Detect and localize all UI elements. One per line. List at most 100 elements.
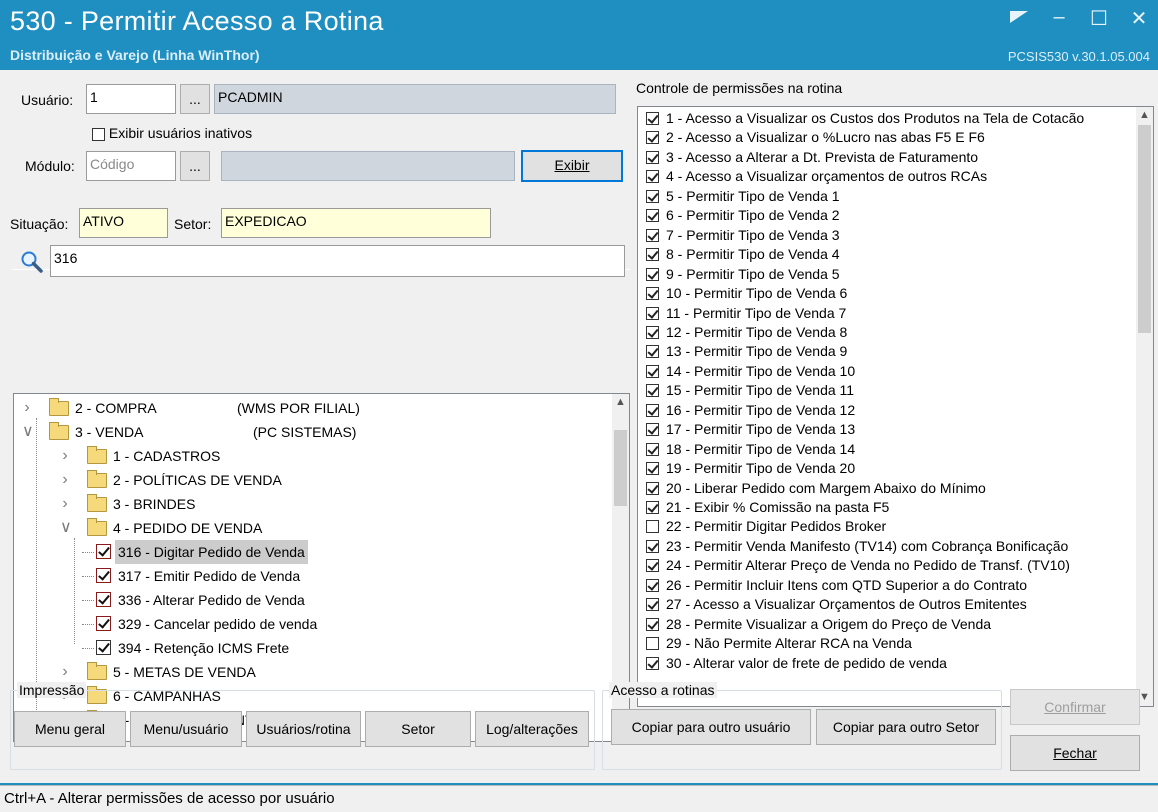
permission-checkbox[interactable] [646,228,659,242]
permission-item[interactable]: 8 - Permitir Tipo de Venda 4 [638,245,1128,265]
routine-checkbox[interactable] [96,568,111,583]
tree-folder-item[interactable]: › 2 - COMPRA (WMS POR FILIAL) [14,396,614,420]
permission-item[interactable]: 10 - Permitir Tipo de Venda 6 [638,284,1128,304]
chevron-right-icon[interactable]: › [22,396,32,420]
usuario-browse-button[interactable]: ... [180,84,210,114]
permission-checkbox[interactable] [646,267,659,281]
setor-button[interactable]: Setor [365,711,471,747]
tree-routine-item[interactable]: 316 - Digitar Pedido de Venda [14,540,614,564]
chevron-right-icon[interactable]: › [60,468,70,492]
permission-checkbox[interactable] [646,189,659,203]
permission-checkbox[interactable] [646,442,659,456]
routine-checkbox[interactable] [96,544,111,559]
permission-checkbox[interactable] [646,248,659,262]
permission-item[interactable]: 14 - Permitir Tipo de Venda 10 [638,362,1128,382]
tree-folder-item[interactable]: ∨ 3 - VENDA (PC SISTEMAS) [14,420,614,444]
permission-checkbox[interactable] [646,384,659,398]
permission-checkbox[interactable] [646,462,659,476]
routine-checkbox[interactable] [96,592,111,607]
permission-item[interactable]: 30 - Alterar valor de frete de pedido de… [638,654,1128,674]
permission-checkbox[interactable] [646,150,659,164]
permission-checkbox[interactable] [646,578,659,592]
close-icon[interactable]: ✕ [1130,6,1148,31]
permission-item[interactable]: 21 - Exibir % Comissão na pasta F5 [638,498,1128,518]
log-alteracoes-button[interactable]: Log/alterações [475,711,589,747]
permission-checkbox[interactable] [646,598,659,612]
permission-item[interactable]: 19 - Permitir Tipo de Venda 20 [638,459,1128,479]
tree-routine-item[interactable]: 394 - Retenção ICMS Frete [14,636,614,660]
tree-folder-item[interactable]: › 1 - CADASTROS [14,444,614,468]
permission-item[interactable]: 22 - Permitir Digitar Pedidos Broker [638,517,1128,537]
chevron-down-icon[interactable]: ∨ [22,420,34,444]
permission-checkbox[interactable] [646,403,659,417]
scroll-up-icon[interactable]: ▲ [612,394,629,411]
tree-folder-item[interactable]: › 2 - POLÍTICAS DE VENDA [14,468,614,492]
permission-checkbox[interactable] [646,364,659,378]
chevron-right-icon[interactable]: › [60,444,70,468]
menu-usuario-button[interactable]: Menu/usuário [130,711,242,747]
permission-item[interactable]: 9 - Permitir Tipo de Venda 5 [638,265,1128,285]
permission-item[interactable]: 23 - Permitir Venda Manifesto (TV14) com… [638,537,1128,557]
permission-checkbox[interactable] [646,112,659,125]
permission-item[interactable]: 5 - Permitir Tipo de Venda 1 [638,187,1128,207]
exibir-inativos-checkbox[interactable]: Exibir usuários inativos [92,125,252,141]
permission-item[interactable]: 2 - Acesso a Visualizar o %Lucro nas aba… [638,128,1128,148]
permission-item[interactable]: 4 - Acesso a Visualizar orçamentos de ou… [638,167,1128,187]
maximize-icon[interactable]: ☐ [1090,6,1108,31]
permission-checkbox[interactable] [646,306,659,320]
permission-item[interactable]: 7 - Permitir Tipo de Venda 3 [638,226,1128,246]
permission-item[interactable]: 17 - Permitir Tipo de Venda 13 [638,420,1128,440]
permission-item[interactable]: 28 - Permite Visualizar a Origem do Preç… [638,615,1128,635]
permission-checkbox[interactable] [646,520,659,534]
routine-checkbox[interactable] [96,640,111,655]
tree-folder-item[interactable]: › 5 - METAS DE VENDA [14,660,614,684]
permissions-scroll-thumb[interactable] [1138,125,1151,333]
permission-item[interactable]: 11 - Permitir Tipo de Venda 7 [638,304,1128,324]
permissions-scrollbar[interactable]: ▲ ▼ [1136,107,1153,706]
permission-item[interactable]: 20 - Liberar Pedido com Margem Abaixo do… [638,479,1128,499]
permission-item[interactable]: 29 - Não Permite Alterar RCA na Venda [638,634,1128,654]
permissions-list[interactable]: 1 - Acesso a Visualizar os Custos dos Pr… [637,106,1154,707]
permission-item[interactable]: 27 - Acesso a Visualizar Orçamentos de O… [638,595,1128,615]
permission-checkbox[interactable] [646,325,659,339]
permission-checkbox[interactable] [646,287,659,301]
permission-checkbox[interactable] [646,423,659,437]
search-input[interactable]: 316 [50,245,625,277]
permission-item[interactable]: 6 - Permitir Tipo de Venda 2 [638,206,1128,226]
permission-item[interactable]: 24 - Permitir Alterar Preço de Venda no … [638,556,1128,576]
menu-geral-button[interactable]: Menu geral [14,711,126,747]
copiar-usuario-button[interactable]: Copiar para outro usuário [611,709,811,745]
permission-item[interactable]: 12 - Permitir Tipo de Venda 8 [638,323,1128,343]
permission-checkbox[interactable] [646,617,659,631]
chevron-right-icon[interactable]: › [60,492,70,516]
minimize-icon[interactable]: – [1050,6,1068,31]
permission-item[interactable]: 16 - Permitir Tipo de Venda 12 [638,401,1128,421]
permission-checkbox[interactable] [646,345,659,359]
tree-scroll-thumb[interactable] [614,430,627,506]
permission-checkbox[interactable] [646,656,659,670]
permission-checkbox[interactable] [646,131,659,145]
permission-item[interactable]: 15 - Permitir Tipo de Venda 11 [638,381,1128,401]
permission-item[interactable]: 18 - Permitir Tipo de Venda 14 [638,440,1128,460]
permission-checkbox[interactable] [646,559,659,573]
permission-item[interactable]: 26 - Permitir Incluir Itens com QTD Supe… [638,576,1128,596]
copiar-setor-button[interactable]: Copiar para outro Setor [816,709,996,745]
tree-folder-item[interactable]: › 3 - BRINDES [14,492,614,516]
exibir-button[interactable]: Exibir [521,150,623,182]
permission-item[interactable]: 1 - Acesso a Visualizar os Custos dos Pr… [638,109,1128,129]
scroll-up-icon[interactable]: ▲ [1136,107,1153,124]
chevron-right-icon[interactable]: › [60,660,70,684]
tree-routine-item[interactable]: 317 - Emitir Pedido de Venda [14,564,614,588]
tree-routine-item[interactable]: 329 - Cancelar pedido de venda [14,612,614,636]
permission-checkbox[interactable] [646,209,659,223]
permission-checkbox[interactable] [646,637,659,651]
permission-item[interactable]: 13 - Permitir Tipo de Venda 9 [638,342,1128,362]
permission-checkbox[interactable] [646,170,659,184]
chevron-down-icon[interactable]: ∨ [60,516,72,540]
confirmar-button[interactable]: Confirmar [1010,689,1140,725]
modulo-code-input[interactable]: Código [86,151,176,181]
routine-checkbox[interactable] [96,616,111,631]
permission-checkbox[interactable] [646,481,659,495]
permission-checkbox[interactable] [646,539,659,553]
tree-routine-item[interactable]: 336 - Alterar Pedido de Venda [14,588,614,612]
